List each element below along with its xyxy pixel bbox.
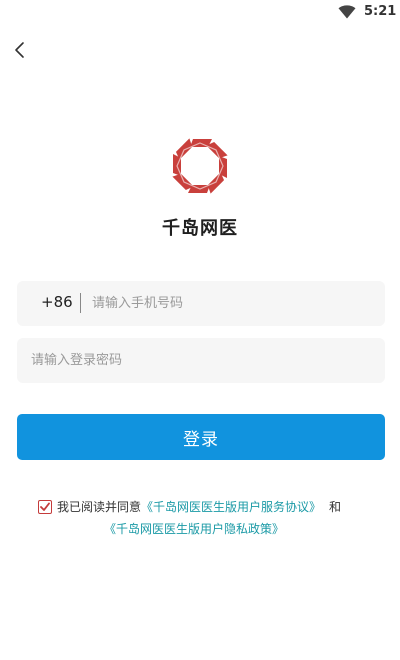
country-code[interactable]: +86 [41,293,73,311]
terms-link[interactable]: 《千岛网医医生版用户服务协议》 [141,500,321,514]
password-field [17,338,385,383]
phone-field: +86 [17,281,385,326]
phone-input[interactable] [92,281,372,326]
login-button[interactable]: 登录 [17,414,385,460]
app-logo [172,138,228,194]
agreement-conjunction: 和 [329,500,342,514]
back-button[interactable] [8,38,34,64]
divider [80,293,81,313]
privacy-link[interactable]: 《千岛网医医生版用户隐私政策》 [104,522,284,536]
agreement-text: 我已阅读并同意《千岛网医医生版用户服务协议》和 [57,498,341,515]
app-name: 千岛网医 [162,218,238,239]
status-bar: 5:21 [0,0,400,24]
login-screen: 5:21 千岛网医 +86 登录 [0,0,400,660]
agreement-prefix: 我已阅读并同意 [57,500,142,514]
wifi-icon [338,5,356,19]
status-time: 5:21 [364,4,397,19]
agreement-text-line2: 《千岛网医医生版用户隐私政策》 [104,520,284,537]
check-icon [40,502,50,511]
agree-checkbox[interactable] [38,500,52,514]
chevron-left-icon [15,42,24,58]
password-input[interactable] [31,338,371,383]
